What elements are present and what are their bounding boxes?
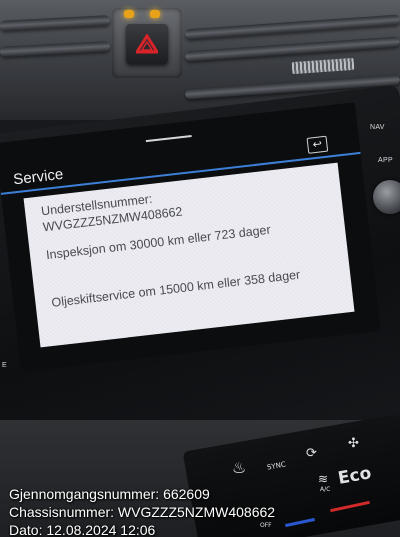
caption-line-2: Chassisnummer: WVGZZZ5NZMW408662: [9, 504, 276, 520]
hazard-icon: [136, 34, 158, 54]
recirculation-icon[interactable]: ⟳: [306, 446, 317, 461]
page-title: Service: [12, 165, 65, 189]
ac-button[interactable]: A/C: [320, 486, 330, 493]
indicator-led: [124, 10, 134, 18]
service-info-panel: Understellsnummer: WVGZZZ5NZMW408662 Ins…: [23, 162, 355, 348]
status-bar-line: [145, 134, 192, 143]
rear-defrost-icon[interactable]: ≋: [318, 472, 328, 486]
oil-service-text: Oljeskiftservice om 15000 km eller 358 d…: [50, 267, 301, 310]
fan-icon[interactable]: ✣: [348, 436, 359, 451]
back-icon: ↩: [312, 138, 323, 152]
left-edge-label[interactable]: E: [2, 362, 7, 369]
dashboard-photo: NAV APP E Service ↩ Understellsnummer: W…: [0, 0, 400, 537]
infotainment-screen: Service ↩ Understellsnummer: WVGZZZ5NZMW…: [0, 102, 381, 372]
back-button[interactable]: ↩: [306, 135, 329, 154]
caption-line-3: Dato: 12.08.2024 12:06: [9, 522, 156, 537]
hazard-switch-housing: [112, 8, 182, 78]
volume-knob[interactable]: [373, 180, 400, 214]
off-button[interactable]: OFF: [260, 522, 272, 529]
indicator-led: [150, 10, 160, 18]
seat-heat-icon[interactable]: ♨: [232, 458, 246, 477]
app-button[interactable]: APP: [378, 157, 393, 164]
nav-button[interactable]: NAV: [370, 124, 385, 131]
hazard-button[interactable]: [126, 24, 168, 64]
caption-line-1: Gjennomgangsnummer: 662609: [9, 486, 210, 502]
